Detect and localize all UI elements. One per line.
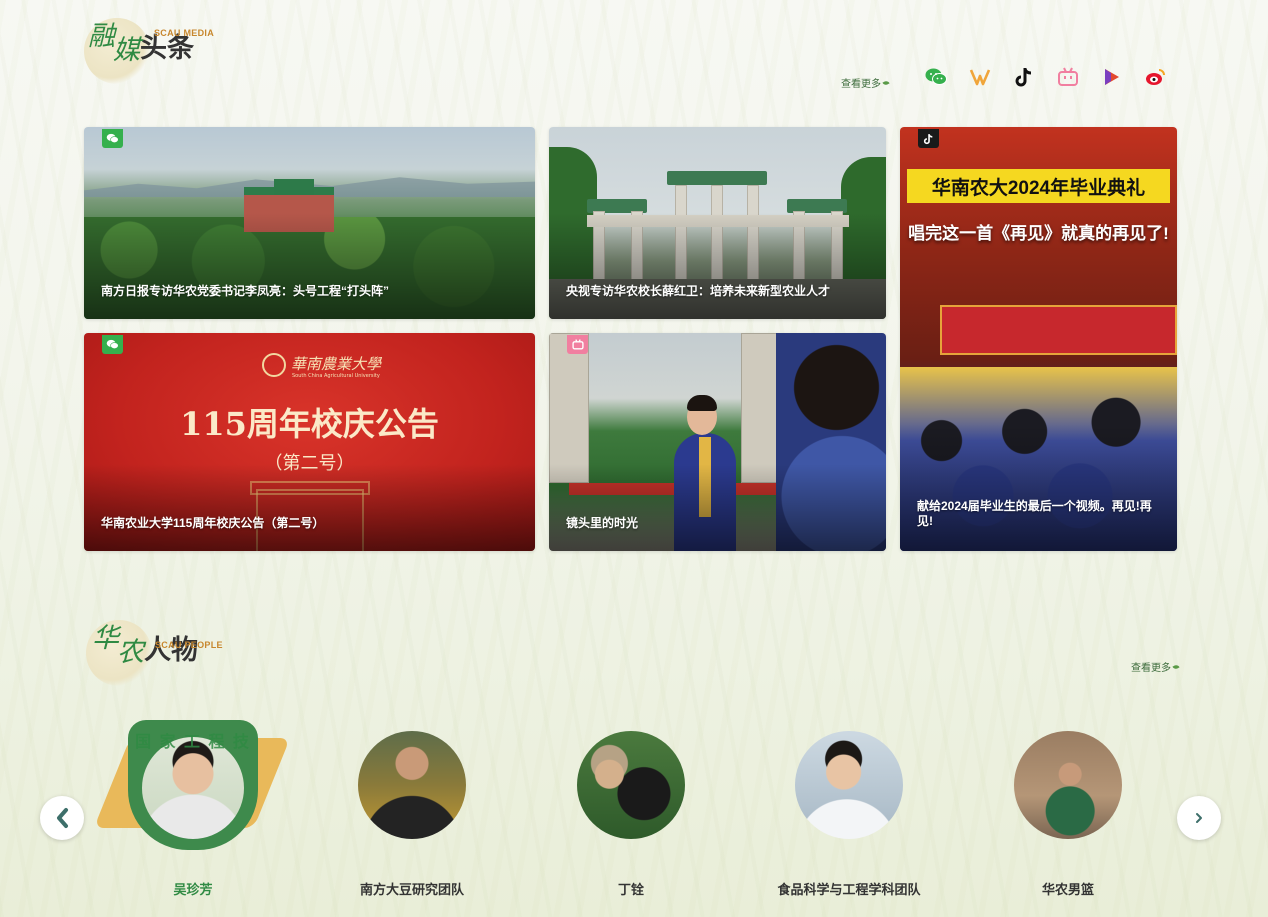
carousel-prev-button[interactable] <box>40 796 84 840</box>
bilibili-badge-icon <box>567 335 588 354</box>
person-name[interactable]: 食品科学与工程学科团队 <box>749 879 949 898</box>
media-more-link[interactable]: 查看更多 <box>841 75 890 90</box>
news-card[interactable]: 央视专访华农校长薛红卫：培养未来新型农业人才 <box>549 127 886 319</box>
person-name[interactable]: 吴珍芳 <box>93 879 293 898</box>
poster-title: 115周年校庆公告 <box>180 405 439 443</box>
logo-calligraphy-1: 融 <box>88 21 115 52</box>
person-avatar[interactable] <box>577 731 685 839</box>
wechat-badge-icon <box>102 335 123 354</box>
video-icon[interactable] <box>1101 66 1123 88</box>
video-card[interactable]: 华南农大2024年毕业典礼 唱完这一首《再见》就真的再见了! 献给2024届毕业… <box>900 127 1177 551</box>
weishi-icon[interactable] <box>969 66 991 88</box>
tiktok-badge-icon <box>918 129 939 148</box>
news-caption: 央视专访华农校长薛红卫：培养未来新型农业人才 <box>566 284 831 298</box>
person-avatar[interactable] <box>1014 731 1122 839</box>
avatar-background-text: 国 家 工 程 技 <box>135 734 251 751</box>
media-section-logo: 融媒 头条 SCAU MEDIA <box>84 12 214 84</box>
carousel-next-button[interactable] <box>1177 796 1221 840</box>
wechat-icon[interactable] <box>925 66 947 88</box>
news-caption: 南方日报专访华农党委书记李凤亮：头号工程“打头阵” <box>101 284 390 298</box>
logo-calligraphy-1: 华 <box>92 623 119 654</box>
people-section-logo: 华农 人物 SCAU PEOPLE <box>86 614 223 686</box>
people-more-label: 查看更多 <box>1131 663 1171 674</box>
person-avatar[interactable] <box>358 731 466 839</box>
person-name[interactable]: 南方大豆研究团队 <box>312 879 512 898</box>
university-seal-icon <box>262 353 286 377</box>
social-links <box>925 66 1167 88</box>
news-card[interactable]: 南方日报专访华农党委书记李凤亮：头号工程“打头阵” <box>84 127 535 319</box>
people-more-link[interactable]: 查看更多 <box>1131 659 1180 674</box>
poster-school-name: 華南農業大學 <box>291 355 382 373</box>
chevron-left-icon <box>57 808 68 828</box>
news-caption: 献给2024届毕业生的最后一个视频。再见!再见! <box>917 499 1152 528</box>
person-name[interactable]: 华农男篮 <box>968 879 1168 898</box>
news-caption: 华南农业大学115周年校庆公告（第二号） <box>101 516 325 530</box>
video-overlay-subtitle: 唱完这一首《再见》就真的再见了! <box>908 224 1169 243</box>
news-card[interactable]: 镜头里的时光 <box>549 333 886 551</box>
person-name[interactable]: 丁铨 <box>531 879 731 898</box>
logo-calligraphy-2: 媒 <box>113 35 140 66</box>
media-section-en: SCAU MEDIA <box>154 28 215 38</box>
news-caption: 镜头里的时光 <box>566 516 639 530</box>
leaf-icon <box>1172 663 1180 670</box>
weibo-icon[interactable] <box>1145 66 1167 88</box>
leaf-icon <box>882 79 890 86</box>
logo-calligraphy-2: 农 <box>117 637 144 668</box>
person-avatar[interactable] <box>795 731 903 839</box>
news-card[interactable]: 華南農業大學 South China Agricultural Universi… <box>84 333 535 551</box>
poster-school-en: South China Agricultural University <box>292 373 380 379</box>
tiktok-icon[interactable] <box>1013 66 1035 88</box>
chevron-right-icon <box>1196 813 1202 823</box>
bilibili-icon[interactable] <box>1057 66 1079 88</box>
media-more-label: 查看更多 <box>841 79 881 90</box>
wechat-badge-icon <box>102 129 123 148</box>
people-section-en: SCAU PEOPLE <box>155 640 223 650</box>
video-overlay-title: 华南农大2024年毕业典礼 <box>907 169 1170 203</box>
